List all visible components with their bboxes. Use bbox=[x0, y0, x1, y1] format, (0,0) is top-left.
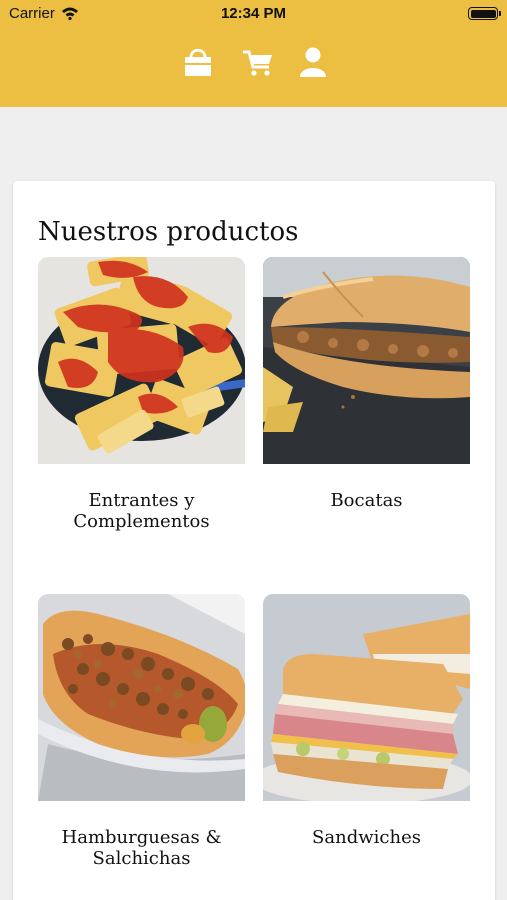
hot-dog-image bbox=[38, 594, 245, 801]
product-label: Bocatas bbox=[330, 490, 403, 511]
bocadillo-image bbox=[263, 257, 470, 464]
product-tile-sandwiches[interactable]: Sandwiches bbox=[263, 594, 470, 848]
product-tile-hamburguesas[interactable]: Hamburguesas & Salchichas bbox=[38, 594, 245, 869]
patatas-bravas-image bbox=[38, 257, 245, 464]
product-label: Entrantes y Complementos bbox=[73, 490, 210, 532]
shopping-bag-icon[interactable] bbox=[181, 45, 215, 79]
status-time: 12:34 PM bbox=[220, 5, 287, 22]
product-label: Hamburguesas & Salchichas bbox=[61, 827, 222, 869]
battery-tip bbox=[499, 11, 501, 16]
user-icon[interactable] bbox=[296, 45, 330, 79]
product-tile-entrantes[interactable]: Entrantes y Complementos bbox=[38, 257, 245, 532]
battery-icon bbox=[468, 7, 498, 20]
status-bar: Carrier 12:34 PM bbox=[0, 0, 507, 28]
app-header: Carrier 12:34 PM bbox=[0, 0, 507, 107]
page-title: Nuestros productos bbox=[38, 217, 299, 247]
cart-icon[interactable] bbox=[241, 45, 275, 79]
products-card: Nuestros productos Entrantes y Complemen… bbox=[13, 181, 495, 900]
sandwich-image bbox=[263, 594, 470, 801]
product-label: Sandwiches bbox=[312, 827, 421, 848]
product-tile-bocatas[interactable]: Bocatas bbox=[263, 257, 470, 511]
